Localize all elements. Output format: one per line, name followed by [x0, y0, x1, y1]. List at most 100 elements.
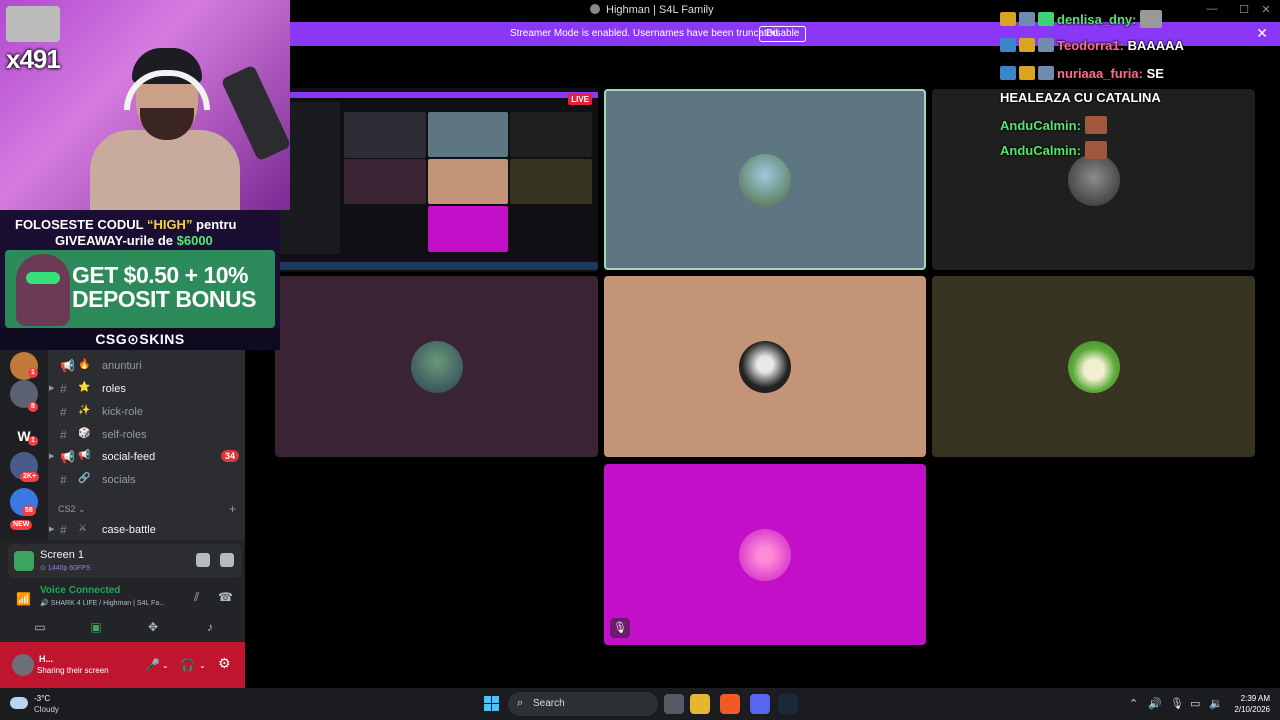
server-badge: 8	[28, 402, 38, 412]
unread-indicator-icon: ▶	[49, 385, 55, 392]
tray-chevron-icon[interactable]: ⌃	[1129, 697, 1138, 710]
chat-text: BAAAAA	[1123, 38, 1184, 53]
mod-badge-icon	[1000, 38, 1016, 52]
channel-self-roles[interactable]: # 🎲 self-roles	[48, 425, 245, 445]
window-title-text: Highman | S4L Family	[606, 4, 714, 16]
crown-badge-icon	[1000, 12, 1016, 26]
muted-mic-icon: 🎙	[610, 618, 630, 638]
mic-tray-icon[interactable]: 🎙	[1170, 697, 1184, 710]
channel-anunturi[interactable]: 📢 🔥 anunturi	[48, 356, 245, 376]
chat-separator: :	[1076, 118, 1081, 133]
gear-icon[interactable]: ⚙	[218, 655, 231, 672]
user-bar: H... Sharing their screen 🎤 ⌄ 🎧 ⌄ ⚙	[0, 642, 245, 688]
preview-mini-tile	[344, 159, 426, 204]
channel-emoji: 🔥	[78, 359, 91, 370]
hash-icon: #	[60, 405, 67, 419]
add-channel-icon[interactable]: +	[229, 502, 236, 516]
speaker-icon[interactable]: 🔊	[1148, 697, 1162, 710]
participant-tile-5[interactable]	[932, 276, 1255, 457]
chat-message: nuriaaa_furia: SE	[1000, 66, 1164, 81]
channel-emoji: ⭐	[78, 382, 91, 393]
clock-date: 2/10/2026	[1234, 705, 1270, 714]
channel-case-battle[interactable]: ▶ # ⚔ case-battle	[48, 520, 245, 540]
channel-emoji: ✨	[78, 405, 91, 416]
participant-avatar	[739, 340, 791, 393]
discord-app-icon[interactable]	[750, 694, 770, 714]
participant-tile-1[interactable]	[604, 89, 926, 270]
steam-app-icon[interactable]	[778, 694, 798, 714]
unread-indicator-icon: ▶	[49, 453, 55, 460]
channel-kick-role[interactable]: # ✨ kick-role	[48, 402, 245, 422]
system-clock[interactable]: 2:39 AM 2/10/2026	[1228, 693, 1270, 715]
mic-icon[interactable]: 🎤	[145, 658, 160, 672]
chevron-down-icon[interactable]: ⌄	[162, 661, 169, 670]
participant-tile-3[interactable]	[275, 276, 598, 457]
task-view-icon[interactable]	[664, 694, 684, 714]
channel-name: kick-role	[102, 406, 143, 418]
channel-social-feed[interactable]: ▶ 📢 📢 social-feed 34	[48, 447, 245, 467]
chat-message: AnduCalmin:	[1000, 141, 1107, 159]
preview-banner-strip	[278, 92, 598, 98]
chat-text: SE	[1143, 66, 1164, 81]
bonus-line-2: DEPOSIT BONUS	[72, 286, 256, 312]
voice-channel-label[interactable]: 🔊 SHARK 4 LIFE / Highman | S4L Fa...	[40, 599, 165, 607]
channel-socials[interactable]: # 🔗 socials	[48, 470, 245, 490]
bot-badge-icon	[1038, 66, 1054, 80]
stream-chat-overlay: denlisa_dny: Teodorra1: BAAAAA nuriaaa_f…	[995, 0, 1280, 170]
volume-icon[interactable]: 🔉	[1209, 697, 1223, 710]
voice-connected-label: Voice Connected	[40, 585, 121, 596]
channel-emoji: ⚔	[78, 523, 87, 534]
stream-settings-icon[interactable]	[220, 553, 234, 567]
bonus-line-1: GET $0.50 + 10%	[72, 262, 248, 288]
announcement-icon: 📢	[60, 450, 75, 464]
screen-share-card[interactable]: Screen 1 ⊙ 1440p 60FPS	[8, 544, 242, 578]
server-rail: 1 8 W 1 2K+ 58 NEW	[0, 350, 48, 540]
disconnect-icon[interactable]: ☎	[218, 590, 233, 604]
promo-code: “HIGH”	[146, 217, 193, 232]
username: H...	[39, 654, 54, 664]
chevron-down-icon[interactable]: ⌄	[199, 661, 206, 670]
mention-count-badge: 34	[220, 450, 239, 462]
camera-off-icon[interactable]: ▭	[24, 618, 56, 636]
channel-name: roles	[102, 383, 126, 395]
chat-text: HEALEAZA CU CATALINA	[1000, 90, 1161, 105]
channel-roles[interactable]: ▶ # ⭐ roles	[48, 379, 245, 399]
headphones-icon[interactable]: 🎧	[180, 658, 195, 672]
preview-taskbar	[278, 262, 598, 270]
screen-title: Screen 1	[40, 549, 85, 561]
file-explorer-icon[interactable]	[690, 694, 710, 714]
preview-mini-tile	[510, 112, 592, 157]
server-badge: 1	[28, 436, 38, 446]
brave-browser-icon[interactable]	[720, 694, 740, 714]
noise-suppression-icon[interactable]: ⫽	[194, 590, 199, 605]
chat-username: AnduCalmin	[1000, 143, 1077, 158]
channel-name: social-feed	[102, 451, 156, 463]
share-screen-icon[interactable]: ▣	[80, 618, 112, 636]
activities-icon[interactable]: ✥	[137, 618, 169, 636]
taskbar-search[interactable]: ⌕ Search	[508, 692, 658, 716]
windows-start-icon[interactable]	[484, 696, 500, 712]
crown-badge-icon	[1019, 66, 1035, 80]
category-cs2[interactable]: CS2 ⌄	[58, 504, 86, 515]
channel-name: anunturi	[102, 360, 142, 372]
streamer-torso	[90, 130, 240, 210]
promo-text: FOLOSESTE CODUL	[15, 217, 147, 232]
soundboard-icon[interactable]: ♪	[194, 618, 226, 636]
server-badge: 2K+	[20, 472, 40, 482]
participant-tile-4[interactable]	[604, 276, 926, 457]
hash-icon: #	[60, 473, 67, 487]
display-icon[interactable]: ▭	[1190, 697, 1200, 710]
search-icon: ⌕	[517, 697, 524, 709]
screen-share-tile[interactable]: LIVE	[278, 88, 598, 272]
stop-stream-icon[interactable]	[196, 553, 210, 567]
bot-badge-icon	[1019, 12, 1035, 26]
chat-emote	[1084, 141, 1107, 159]
disable-streamer-mode-button[interactable]: Disable	[759, 26, 807, 42]
chat-username: denlisa_dny	[1057, 12, 1133, 27]
chat-separator: :	[1132, 12, 1137, 27]
participant-tile-6[interactable]: 🎙	[604, 464, 926, 645]
unread-indicator-icon: ▶	[49, 526, 55, 533]
avatar[interactable]	[12, 654, 34, 676]
webcam-overlay: x491	[0, 0, 290, 210]
hash-icon: #	[60, 428, 67, 442]
